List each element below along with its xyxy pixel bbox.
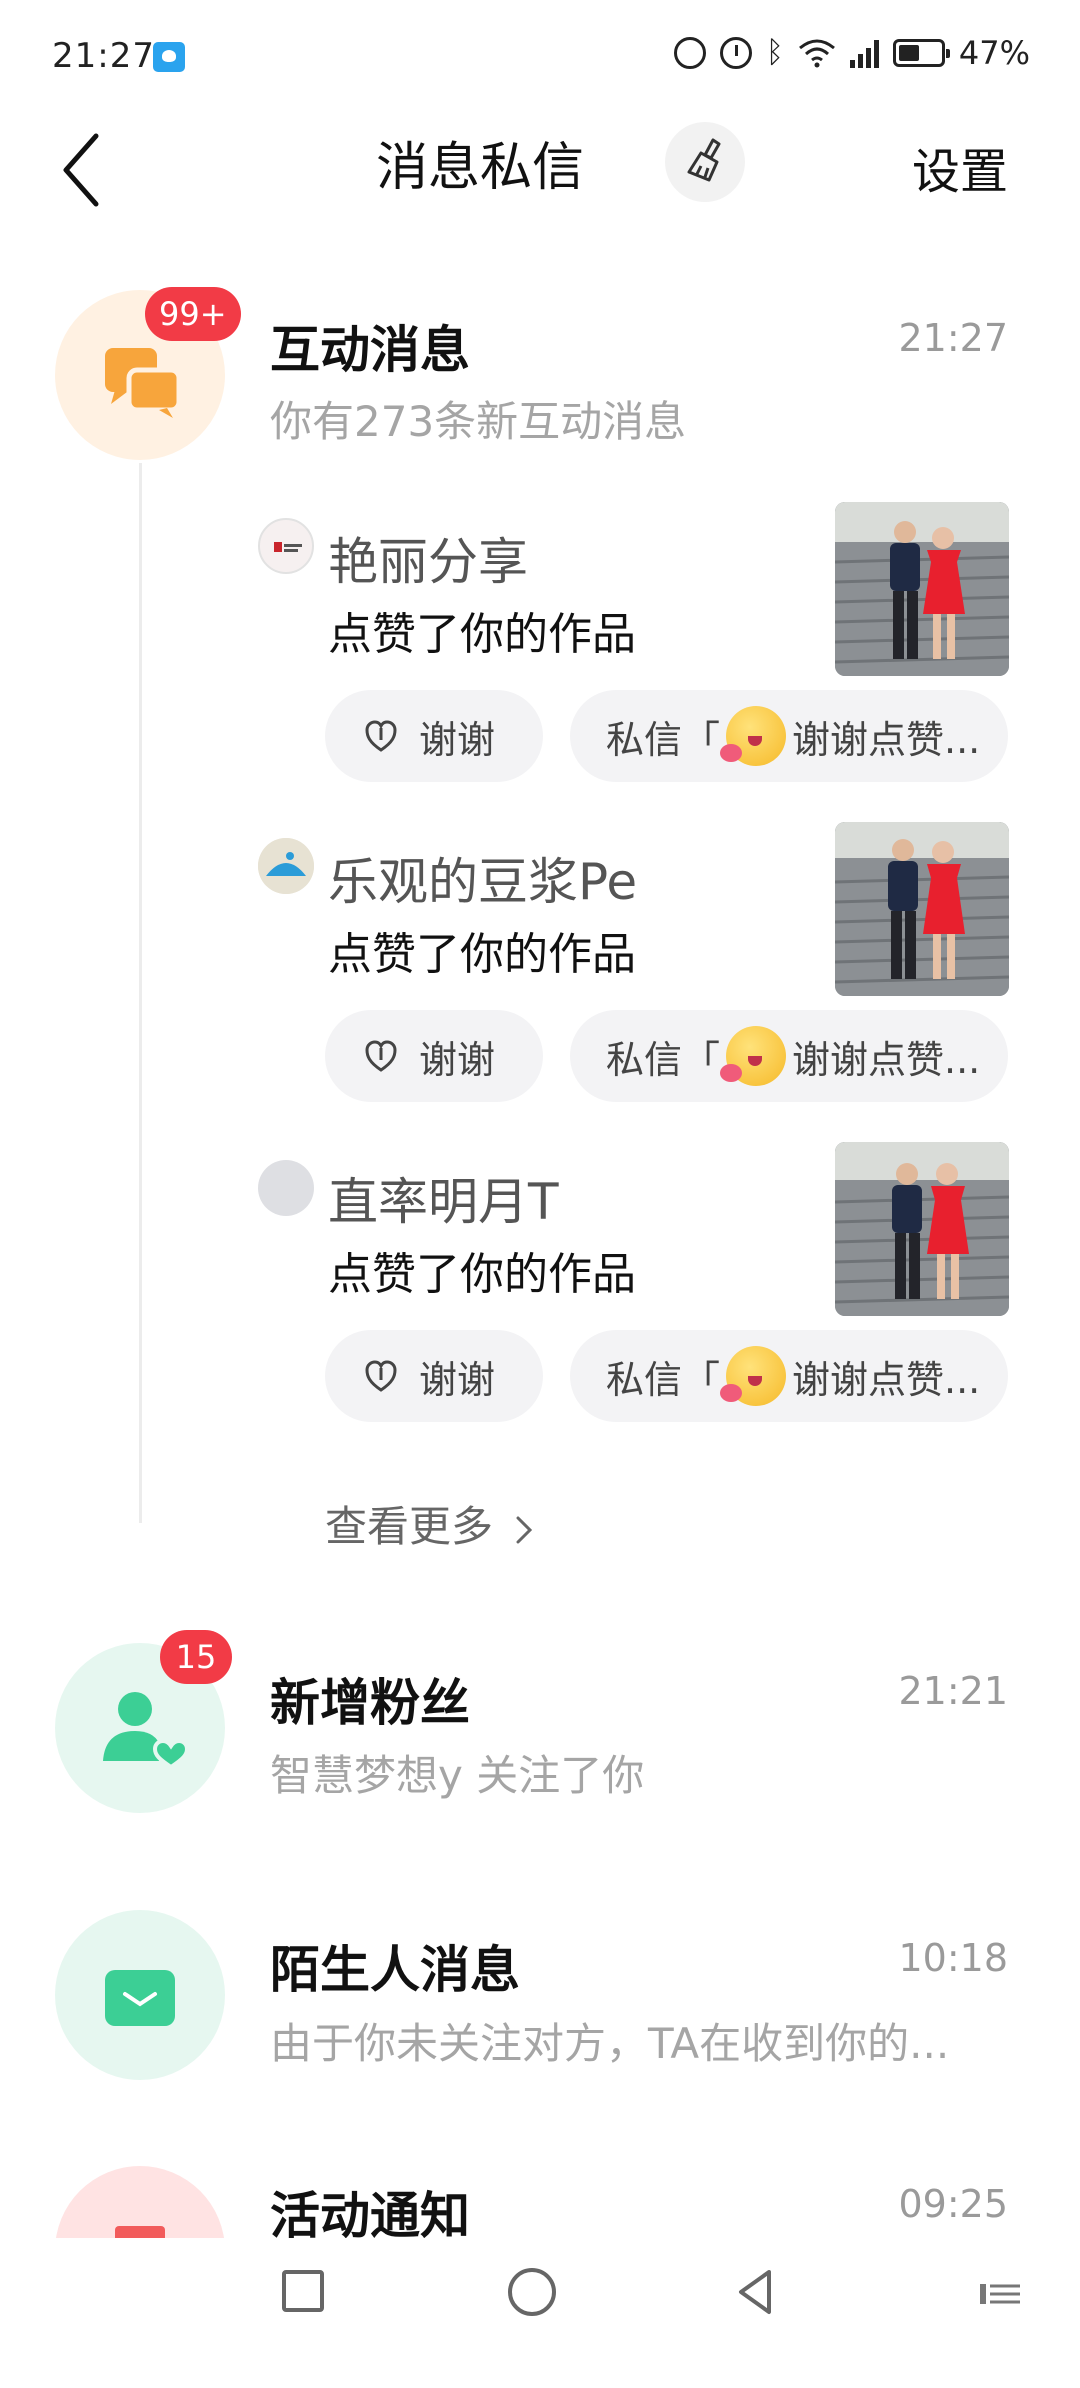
photo-image: [835, 822, 1009, 996]
thanks-button[interactable]: 谢谢: [325, 1010, 543, 1102]
timeline-line: [139, 463, 142, 1523]
activity-time: 09:25: [898, 2182, 1008, 2226]
direct-message-button[interactable]: 私信「 谢谢点赞...: [570, 1330, 1008, 1422]
recent-apps-button[interactable]: [282, 2270, 324, 2312]
status-bar: 21:27 ᛒ 47%: [0, 0, 1080, 120]
post-thumbnail[interactable]: [835, 1142, 1009, 1316]
dm-prefix: 私信「: [606, 1357, 721, 1402]
nav-menu-icon[interactable]: [980, 2282, 1020, 2306]
stranger-time: 10:18: [898, 1936, 1008, 1980]
broom-icon: [687, 138, 721, 182]
direct-message-button[interactable]: 私信「 谢谢点赞...: [570, 690, 1008, 782]
user-avatar: [258, 518, 314, 574]
user-name[interactable]: 直率明月T: [328, 1162, 559, 1234]
battery-icon: [892, 39, 950, 67]
thanks-label: 谢谢: [419, 717, 496, 762]
envelope-icon: [105, 1970, 175, 2026]
status-time: 21:27: [52, 36, 155, 76]
blush-emoji-icon: [720, 1346, 787, 1406]
new-fans-subtitle: 智慧梦想y 关注了你: [270, 1751, 645, 1800]
dm-text: 谢谢点赞...: [792, 1037, 981, 1082]
avatar-image: [258, 838, 314, 894]
stranger-messages-row[interactable]: 陌生人消息 10:18 由于你未关注对方，TA在收到你的...: [0, 1900, 1080, 2100]
stranger-title: 陌生人消息: [270, 1941, 520, 1999]
app-notification-icon: [153, 42, 185, 72]
thanks-button[interactable]: 谢谢: [325, 1330, 543, 1422]
photo-image: [835, 502, 1009, 676]
dm-prefix: 私信「: [606, 717, 721, 762]
alarm-icon: [719, 37, 752, 69]
activity-avatar: [55, 2166, 225, 2240]
action-text: 点赞了你的作品: [328, 1249, 636, 1300]
activity-title: 活动通知: [270, 2187, 470, 2240]
interactions-time: 21:27: [898, 316, 1008, 360]
data-saver-icon: [673, 37, 706, 69]
new-fans-title: 新增粉丝: [270, 1674, 470, 1732]
action-text: 点赞了你的作品: [328, 929, 636, 980]
heart-hand-icon: [365, 1360, 397, 1392]
wifi-icon: [798, 39, 835, 68]
flag-icon: [115, 2226, 165, 2240]
user-avatar: [258, 838, 314, 894]
nav-back-button[interactable]: [735, 2268, 775, 2316]
interactions-row[interactable]: 99+ 互动消息 21:27 你有273条新互动消息: [0, 280, 1080, 480]
heart-hand-icon: [365, 720, 397, 752]
new-fans-row[interactable]: 15 新增粉丝 21:21 智慧梦想y 关注了你: [0, 1630, 1080, 1830]
blush-emoji-icon: [720, 706, 787, 766]
stranger-subtitle: 由于你未关注对方，TA在收到你的...: [270, 2019, 950, 2068]
home-button[interactable]: [508, 2268, 556, 2316]
stranger-avatar: [55, 1910, 225, 2080]
post-thumbnail[interactable]: [835, 822, 1009, 996]
dm-text: 谢谢点赞...: [792, 1357, 981, 1402]
user-avatar: [258, 1160, 314, 1216]
clear-unread-button[interactable]: [665, 122, 745, 202]
chevron-right-icon: [516, 1516, 533, 1543]
interactions-title: 互动消息: [270, 321, 470, 379]
status-icons: ᛒ 47%: [673, 34, 1030, 72]
thanks-label: 谢谢: [419, 1357, 496, 1402]
interactions-unread-badge: 99+: [145, 287, 241, 341]
dm-text: 谢谢点赞...: [792, 717, 981, 762]
settings-button[interactable]: 设置: [912, 132, 1008, 202]
bluetooth-icon: ᛒ: [765, 35, 784, 70]
blush-emoji-icon: [720, 1026, 787, 1086]
new-fans-unread-badge: 15: [160, 1630, 232, 1684]
thanks-button[interactable]: 谢谢: [325, 690, 543, 782]
user-name[interactable]: 艳丽分享: [328, 522, 528, 594]
thanks-label: 谢谢: [419, 1037, 496, 1082]
user-name[interactable]: 乐观的豆浆Pe: [328, 842, 637, 914]
activity-notifications-row[interactable]: 活动通知 09:25: [0, 2160, 1080, 2240]
signal-icon: [849, 38, 879, 68]
direct-message-button[interactable]: 私信「 谢谢点赞...: [570, 1010, 1008, 1102]
dm-prefix: 私信「: [606, 1037, 721, 1082]
photo-image: [835, 1142, 1009, 1316]
see-more-link[interactable]: 查看更多: [325, 1493, 536, 1554]
heart-hand-icon: [365, 1040, 397, 1072]
action-text: 点赞了你的作品: [328, 609, 636, 660]
interactions-subtitle: 你有273条新互动消息: [270, 397, 687, 446]
new-fans-time: 21:21: [898, 1669, 1008, 1713]
post-thumbnail[interactable]: [835, 502, 1009, 676]
battery-percent: 47%: [958, 34, 1030, 72]
